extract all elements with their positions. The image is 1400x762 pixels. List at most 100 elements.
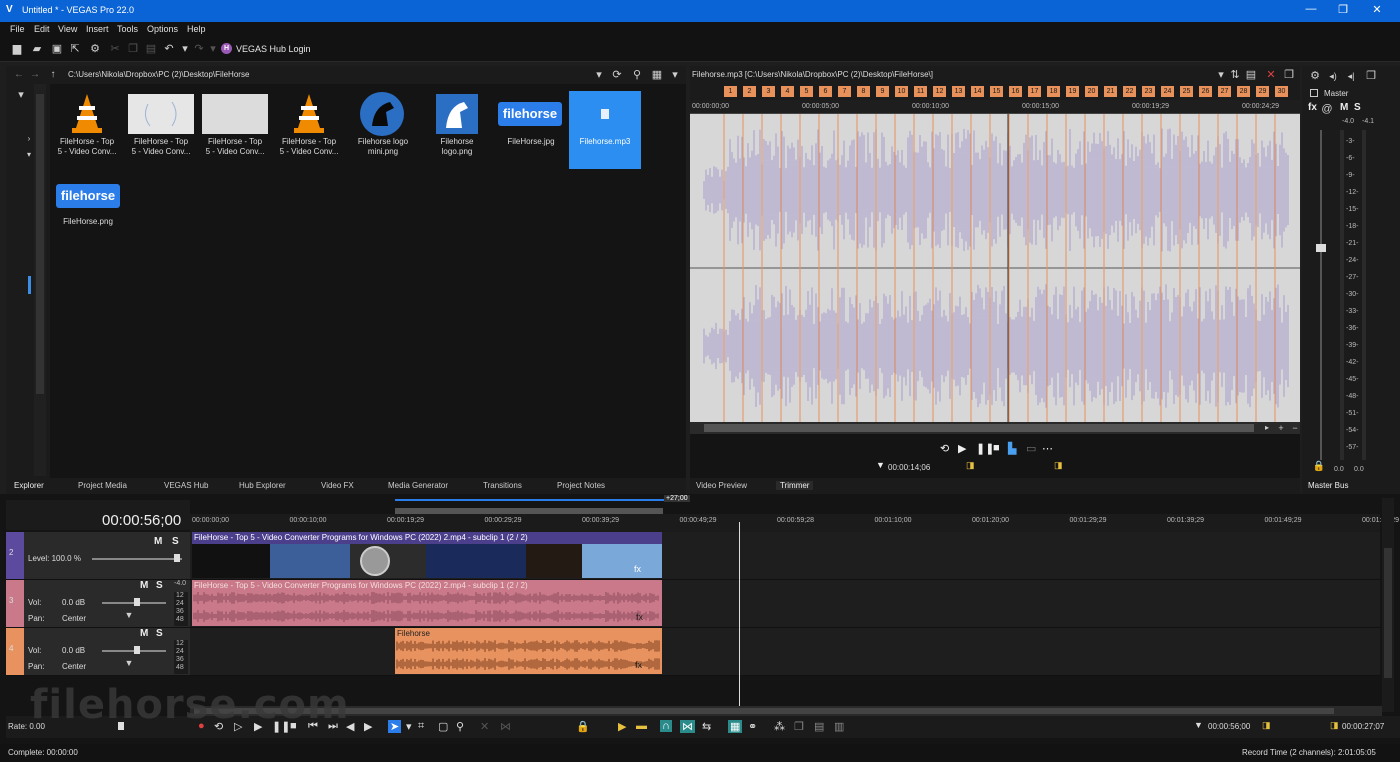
preview-icon[interactable]: ⚲: [630, 68, 644, 82]
chevron-down-icon[interactable]: ▾: [14, 88, 28, 102]
menu-tools[interactable]: Tools: [117, 24, 138, 34]
clip-fx-icon[interactable]: fx: [635, 660, 642, 670]
explorer-tree[interactable]: ▾ › ▾: [6, 84, 50, 478]
paste-icon[interactable]: ▤: [144, 42, 158, 56]
copy-icon[interactable]: ❐: [794, 720, 804, 733]
chevron-down-icon[interactable]: ▾: [668, 68, 682, 82]
minimize-button[interactable]: —: [1296, 3, 1326, 19]
trimmer-marker[interactable]: 15: [990, 86, 1003, 97]
pause-icon[interactable]: ❚❚: [976, 442, 994, 455]
trimmer-marker[interactable]: 21: [1104, 86, 1117, 97]
tree-scrollbar[interactable]: [34, 84, 46, 476]
tab-media-generator[interactable]: Media Generator: [388, 481, 448, 490]
window-icon[interactable]: ❐: [1282, 68, 1296, 82]
file-thumb-video-1[interactable]: [128, 94, 194, 134]
video-clip[interactable]: FileHorse - Top 5 - Video Converter Prog…: [192, 532, 662, 578]
cut-icon[interactable]: ✂: [108, 42, 122, 56]
timeline-ruler[interactable]: 00:00:00;00 00:00:10;00 00:00:19;29 00:00:2…: [190, 514, 1399, 532]
play-icon[interactable]: ▶: [958, 442, 966, 455]
refresh-icon[interactable]: ⟳: [610, 68, 624, 82]
pan-knob-icon[interactable]: ▼: [122, 608, 136, 622]
horse-logo-dark-icon[interactable]: [360, 92, 404, 136]
save-icon[interactable]: ▣: [50, 42, 64, 56]
horse-logo-light-icon[interactable]: [436, 94, 478, 134]
tab-master-bus[interactable]: Master Bus: [1308, 481, 1348, 490]
trimmer-marker[interactable]: 6: [819, 86, 832, 97]
track-header-audio-2[interactable]: 4 M S Vol: 0.0 dB Pan: Center ▼ 12 24 36…: [6, 628, 190, 676]
trimmer-marker[interactable]: 8: [857, 86, 870, 97]
selection-end-icon[interactable]: ◨: [1330, 720, 1339, 731]
track-header-audio-1[interactable]: 3 M S -4.0 Vol: 0.0 dB Pan: Center ▼ 12 …: [6, 580, 190, 628]
chevron-down-icon[interactable]: ▾: [1214, 68, 1228, 82]
master-fx-button[interactable]: fx: [1308, 102, 1317, 113]
zoom-out-icon[interactable]: −: [1288, 421, 1302, 435]
solo-button[interactable]: S: [156, 628, 163, 639]
tab-explorer[interactable]: Explorer: [14, 481, 44, 490]
trimmer-marker[interactable]: 23: [1142, 86, 1155, 97]
level-slider[interactable]: [92, 558, 182, 560]
solo-button[interactable]: S: [156, 580, 163, 591]
paste-icon[interactable]: ▤: [814, 720, 824, 733]
lock-envelopes-icon[interactable]: ▦: [728, 720, 743, 733]
media-icon[interactable]: ▤: [1244, 68, 1258, 82]
back-icon[interactable]: ←: [12, 68, 26, 82]
close-button[interactable]: ✕: [1362, 3, 1392, 19]
tab-video-preview[interactable]: Video Preview: [696, 481, 747, 490]
open-folder-icon[interactable]: ▰: [30, 42, 44, 56]
file-thumb-video-2[interactable]: [202, 94, 268, 134]
pan-knob-icon[interactable]: ▼: [122, 656, 136, 670]
loop-region-bar[interactable]: [395, 499, 665, 501]
timeline-hscroll[interactable]: [190, 706, 1382, 716]
menu-insert[interactable]: Insert: [86, 24, 109, 34]
menu-file[interactable]: File: [10, 24, 25, 34]
trimmer-marker[interactable]: 29: [1256, 86, 1269, 97]
lock-icon[interactable]: 🔒: [576, 720, 590, 733]
vol-slider-knob[interactable]: [134, 646, 140, 654]
clip-fx-icon[interactable]: fx: [634, 564, 641, 574]
track-area-audio-1[interactable]: FileHorse - Top 5 - Video Converter Prog…: [190, 580, 1380, 628]
ripple-icon[interactable]: ⇆: [702, 720, 711, 733]
downmix-icon[interactable]: ◂|: [1344, 69, 1358, 83]
filehorse-banner-icon[interactable]: filehorse: [498, 102, 562, 126]
delete-icon[interactable]: ✕: [480, 720, 489, 733]
trimmer-marker[interactable]: 18: [1047, 86, 1060, 97]
trimmer-waveform[interactable]: [690, 114, 1300, 422]
timeline-vscroll[interactable]: [1382, 498, 1394, 712]
maximize-button[interactable]: ❐: [1328, 3, 1358, 19]
up-folder-icon[interactable]: ↑: [46, 68, 60, 82]
trimmer-marker[interactable]: 10: [895, 86, 908, 97]
master-fader-knob[interactable]: [1316, 244, 1326, 252]
stop-icon[interactable]: ■: [993, 442, 1000, 454]
group-icon[interactable]: ⁂: [774, 720, 785, 733]
trimmer-marker[interactable]: 14: [971, 86, 984, 97]
explorer-path[interactable]: C:\Users\Nikola\Dropbox\PC (2)\Desktop\F…: [68, 70, 249, 79]
trimmer-marker[interactable]: 1: [724, 86, 737, 97]
trimmer-scrollbar[interactable]: ▸ + −: [690, 422, 1300, 434]
envelope-tool-icon[interactable]: ⌗: [418, 720, 424, 733]
trimmer-marker[interactable]: 17: [1028, 86, 1041, 97]
zoom-in-icon[interactable]: +: [1274, 421, 1288, 435]
tab-hub-explorer[interactable]: Hub Explorer: [239, 481, 286, 490]
mute-button[interactable]: M: [140, 580, 148, 591]
undo-icon[interactable]: ↶: [162, 42, 176, 56]
mute-button[interactable]: M: [140, 628, 148, 639]
selection-end-icon[interactable]: ◨: [1054, 460, 1063, 471]
gear-icon[interactable]: ⚙: [88, 42, 102, 56]
trimmer-marker[interactable]: 5: [800, 86, 813, 97]
next-frame-icon[interactable]: ▶: [364, 720, 372, 733]
speaker-icon[interactable]: ◂): [1326, 69, 1340, 83]
auto-crossfade-icon[interactable]: ⋈: [680, 720, 695, 733]
menu-options[interactable]: Options: [147, 24, 178, 34]
selection-start-icon[interactable]: ◨: [1262, 720, 1271, 731]
loop-icon[interactable]: ⟲: [940, 442, 949, 455]
trimmer-marker[interactable]: 9: [876, 86, 889, 97]
track-area-video[interactable]: FileHorse - Top 5 - Video Converter Prog…: [190, 532, 1380, 580]
clip-fx-icon[interactable]: fx: [636, 612, 643, 622]
menu-edit[interactable]: Edit: [34, 24, 50, 34]
trimmer-marker[interactable]: 4: [781, 86, 794, 97]
trimmer-marker[interactable]: 27: [1218, 86, 1231, 97]
mute-button[interactable]: M: [154, 536, 162, 547]
tab-transitions[interactable]: Transitions: [483, 481, 522, 490]
close-icon[interactable]: ✕: [1264, 68, 1278, 82]
add-to-timeline-icon[interactable]: ▙: [1008, 442, 1016, 455]
